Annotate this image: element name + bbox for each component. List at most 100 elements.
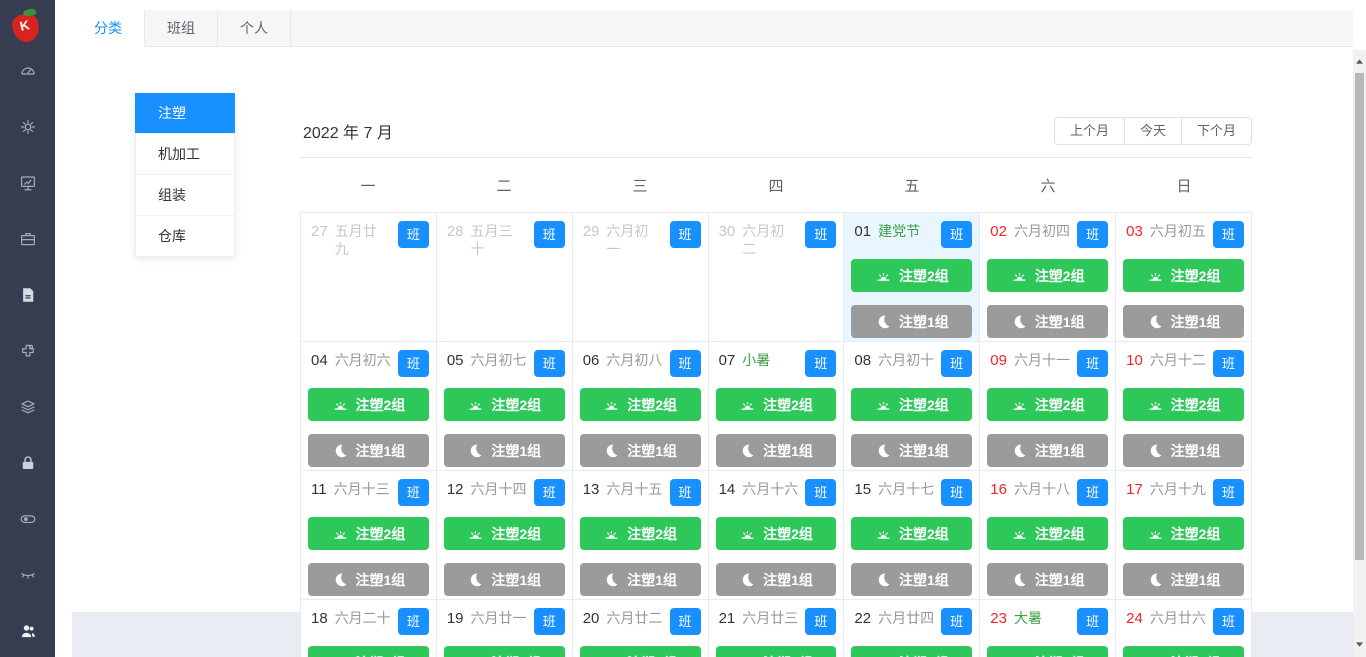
day-shift-button[interactable]: 注塑2组 [851, 646, 973, 657]
document-icon[interactable] [19, 286, 37, 304]
day-shift-button[interactable]: 注塑2组 [987, 259, 1109, 292]
night-shift-button[interactable]: 注塑1组 [1123, 305, 1244, 338]
shift-type-badge[interactable]: 班 [941, 350, 973, 377]
calendar-day-cell[interactable]: 30 六月初二 班 [708, 213, 845, 342]
tab-category[interactable]: 分类 [72, 10, 145, 47]
night-shift-button[interactable]: 注塑1组 [1123, 434, 1244, 467]
calendar-day-cell[interactable]: 27 五月廿九 班 [301, 213, 437, 342]
category-item[interactable]: 组装 [136, 175, 234, 216]
day-shift-button[interactable]: 注塑2组 [715, 646, 837, 657]
night-shift-button[interactable]: 注塑1组 [987, 434, 1109, 467]
shift-type-badge[interactable]: 班 [805, 221, 837, 248]
day-shift-button[interactable]: 注塑2组 [308, 646, 429, 657]
calendar-day-cell[interactable]: 02 六月初四 班 注塑2组 注塑1组 [980, 213, 1117, 342]
calendar-day-cell[interactable]: 12 六月十四 班 注塑2组 注塑1组 [436, 471, 573, 600]
day-shift-button[interactable]: 注塑2组 [987, 388, 1109, 421]
calendar-day-cell[interactable]: 07 小暑 班 注塑2组 注塑1组 [708, 342, 845, 471]
calendar-day-cell[interactable]: 05 六月初七 班 注塑2组 注塑1组 [436, 342, 573, 471]
shift-type-badge[interactable]: 班 [1212, 221, 1244, 248]
calendar-day-cell[interactable]: 03 六月初五 班 注塑2组 注塑1组 [1116, 213, 1252, 342]
calendar-day-cell[interactable]: 28 五月三十 班 [436, 213, 573, 342]
scroll-down-arrow-icon[interactable] [1353, 637, 1366, 651]
calendar-day-cell[interactable]: 17 六月十九 班 注塑2组 注塑1组 [1116, 471, 1252, 600]
day-shift-button[interactable]: 注塑2组 [987, 517, 1109, 550]
calendar-day-cell[interactable]: 15 六月十七 班 注塑2组 注塑1组 [844, 471, 981, 600]
shift-type-badge[interactable]: 班 [941, 479, 973, 506]
night-shift-button[interactable]: 注塑1组 [851, 434, 973, 467]
shift-type-badge[interactable]: 班 [533, 479, 565, 506]
users-icon[interactable] [19, 622, 37, 640]
day-shift-button[interactable]: 注塑2组 [308, 388, 429, 421]
day-shift-button[interactable]: 注塑2组 [1123, 646, 1244, 657]
night-shift-button[interactable]: 注塑1组 [443, 563, 565, 596]
shift-type-badge[interactable]: 班 [397, 479, 429, 506]
shift-type-badge[interactable]: 班 [1212, 479, 1244, 506]
day-shift-button[interactable]: 注塑2组 [1123, 259, 1244, 292]
day-shift-button[interactable]: 注塑2组 [443, 388, 565, 421]
shift-type-badge[interactable]: 班 [1077, 350, 1109, 377]
shift-type-badge[interactable]: 班 [397, 608, 429, 635]
calendar-day-cell[interactable]: 13 六月十五 班 注塑2组 注塑1组 [572, 471, 709, 600]
shift-type-badge[interactable]: 班 [1077, 221, 1109, 248]
dashboard-icon[interactable] [19, 62, 37, 80]
shift-type-badge[interactable]: 班 [805, 350, 837, 377]
calendar-day-cell[interactable]: 14 六月十六 班 注塑2组 注塑1组 [708, 471, 845, 600]
night-shift-button[interactable]: 注塑1组 [987, 305, 1109, 338]
shift-type-badge[interactable]: 班 [1212, 350, 1244, 377]
night-shift-button[interactable]: 注塑1组 [308, 434, 429, 467]
category-item[interactable]: 仓库 [136, 216, 234, 256]
day-shift-button[interactable]: 注塑2组 [579, 517, 701, 550]
scrollbar-thumb[interactable] [1355, 73, 1364, 560]
shift-type-badge[interactable]: 班 [397, 350, 429, 377]
tab-team[interactable]: 班组 [145, 10, 218, 46]
shift-type-badge[interactable]: 班 [669, 608, 701, 635]
lock-icon[interactable] [19, 454, 37, 472]
calendar-day-cell[interactable]: 22 六月廿四 班 注塑2组 注塑1组 [844, 600, 981, 657]
day-shift-button[interactable]: 注塑2组 [851, 517, 973, 550]
calendar-day-cell[interactable]: 21 六月廿三 班 注塑2组 注塑1组 [708, 600, 845, 657]
night-shift-button[interactable]: 注塑1组 [579, 434, 701, 467]
day-shift-button[interactable]: 注塑2组 [579, 388, 701, 421]
vertical-scrollbar[interactable] [1353, 50, 1366, 657]
settings-gear-icon[interactable] [19, 118, 37, 136]
today-button[interactable]: 今天 [1124, 117, 1182, 145]
day-shift-button[interactable]: 注塑2组 [851, 259, 973, 292]
day-shift-button[interactable]: 注塑2组 [1123, 388, 1244, 421]
calendar-day-cell[interactable]: 10 六月十二 班 注塑2组 注塑1组 [1116, 342, 1252, 471]
day-shift-button[interactable]: 注塑2组 [851, 388, 973, 421]
layers-icon[interactable] [19, 398, 37, 416]
shift-type-badge[interactable]: 班 [805, 608, 837, 635]
night-shift-button[interactable]: 注塑1组 [715, 563, 837, 596]
day-shift-button[interactable]: 注塑2组 [715, 388, 837, 421]
calendar-day-cell[interactable]: 08 六月初十 班 注塑2组 注塑1组 [844, 342, 981, 471]
calendar-day-cell[interactable]: 24 六月廿六 班 注塑2组 注塑1组 [1116, 600, 1252, 657]
briefcase-icon[interactable] [19, 230, 37, 248]
shift-type-badge[interactable]: 班 [1077, 479, 1109, 506]
shift-type-badge[interactable]: 班 [669, 350, 701, 377]
shift-type-badge[interactable]: 班 [805, 479, 837, 506]
calendar-day-cell[interactable]: 01 建党节 班 注塑2组 注塑1组 [844, 213, 981, 342]
shift-type-badge[interactable]: 班 [941, 221, 973, 248]
plugin-puzzle-icon[interactable] [19, 342, 37, 360]
category-item[interactable]: 注塑 [135, 93, 235, 134]
calendar-day-cell[interactable]: 18 六月二十 班 注塑2组 注塑1组 [301, 600, 437, 657]
night-shift-button[interactable]: 注塑1组 [715, 434, 837, 467]
scroll-up-arrow-icon[interactable] [1353, 54, 1366, 68]
day-shift-button[interactable]: 注塑2组 [443, 517, 565, 550]
day-shift-button[interactable]: 注塑2组 [987, 646, 1109, 657]
night-shift-button[interactable]: 注塑1组 [443, 434, 565, 467]
shift-type-badge[interactable]: 班 [397, 221, 429, 248]
calendar-day-cell[interactable]: 09 六月十一 班 注塑2组 注塑1组 [980, 342, 1117, 471]
calendar-day-cell[interactable]: 19 六月廿一 班 注塑2组 注塑1组 [436, 600, 573, 657]
calendar-day-cell[interactable]: 16 六月十八 班 注塑2组 注塑1组 [980, 471, 1117, 600]
app-logo[interactable]: K [9, 6, 47, 46]
toggle-icon[interactable] [19, 510, 37, 528]
shift-type-badge[interactable]: 班 [533, 350, 565, 377]
shift-type-badge[interactable]: 班 [533, 608, 565, 635]
day-shift-button[interactable]: 注塑2组 [1123, 517, 1244, 550]
eye-closed-icon[interactable] [19, 566, 37, 584]
monitor-chart-icon[interactable] [19, 174, 37, 192]
tab-personal[interactable]: 个人 [218, 10, 291, 46]
day-shift-button[interactable]: 注塑2组 [308, 517, 429, 550]
calendar-day-cell[interactable]: 23 大暑 班 注塑2组 注塑1组 [980, 600, 1117, 657]
